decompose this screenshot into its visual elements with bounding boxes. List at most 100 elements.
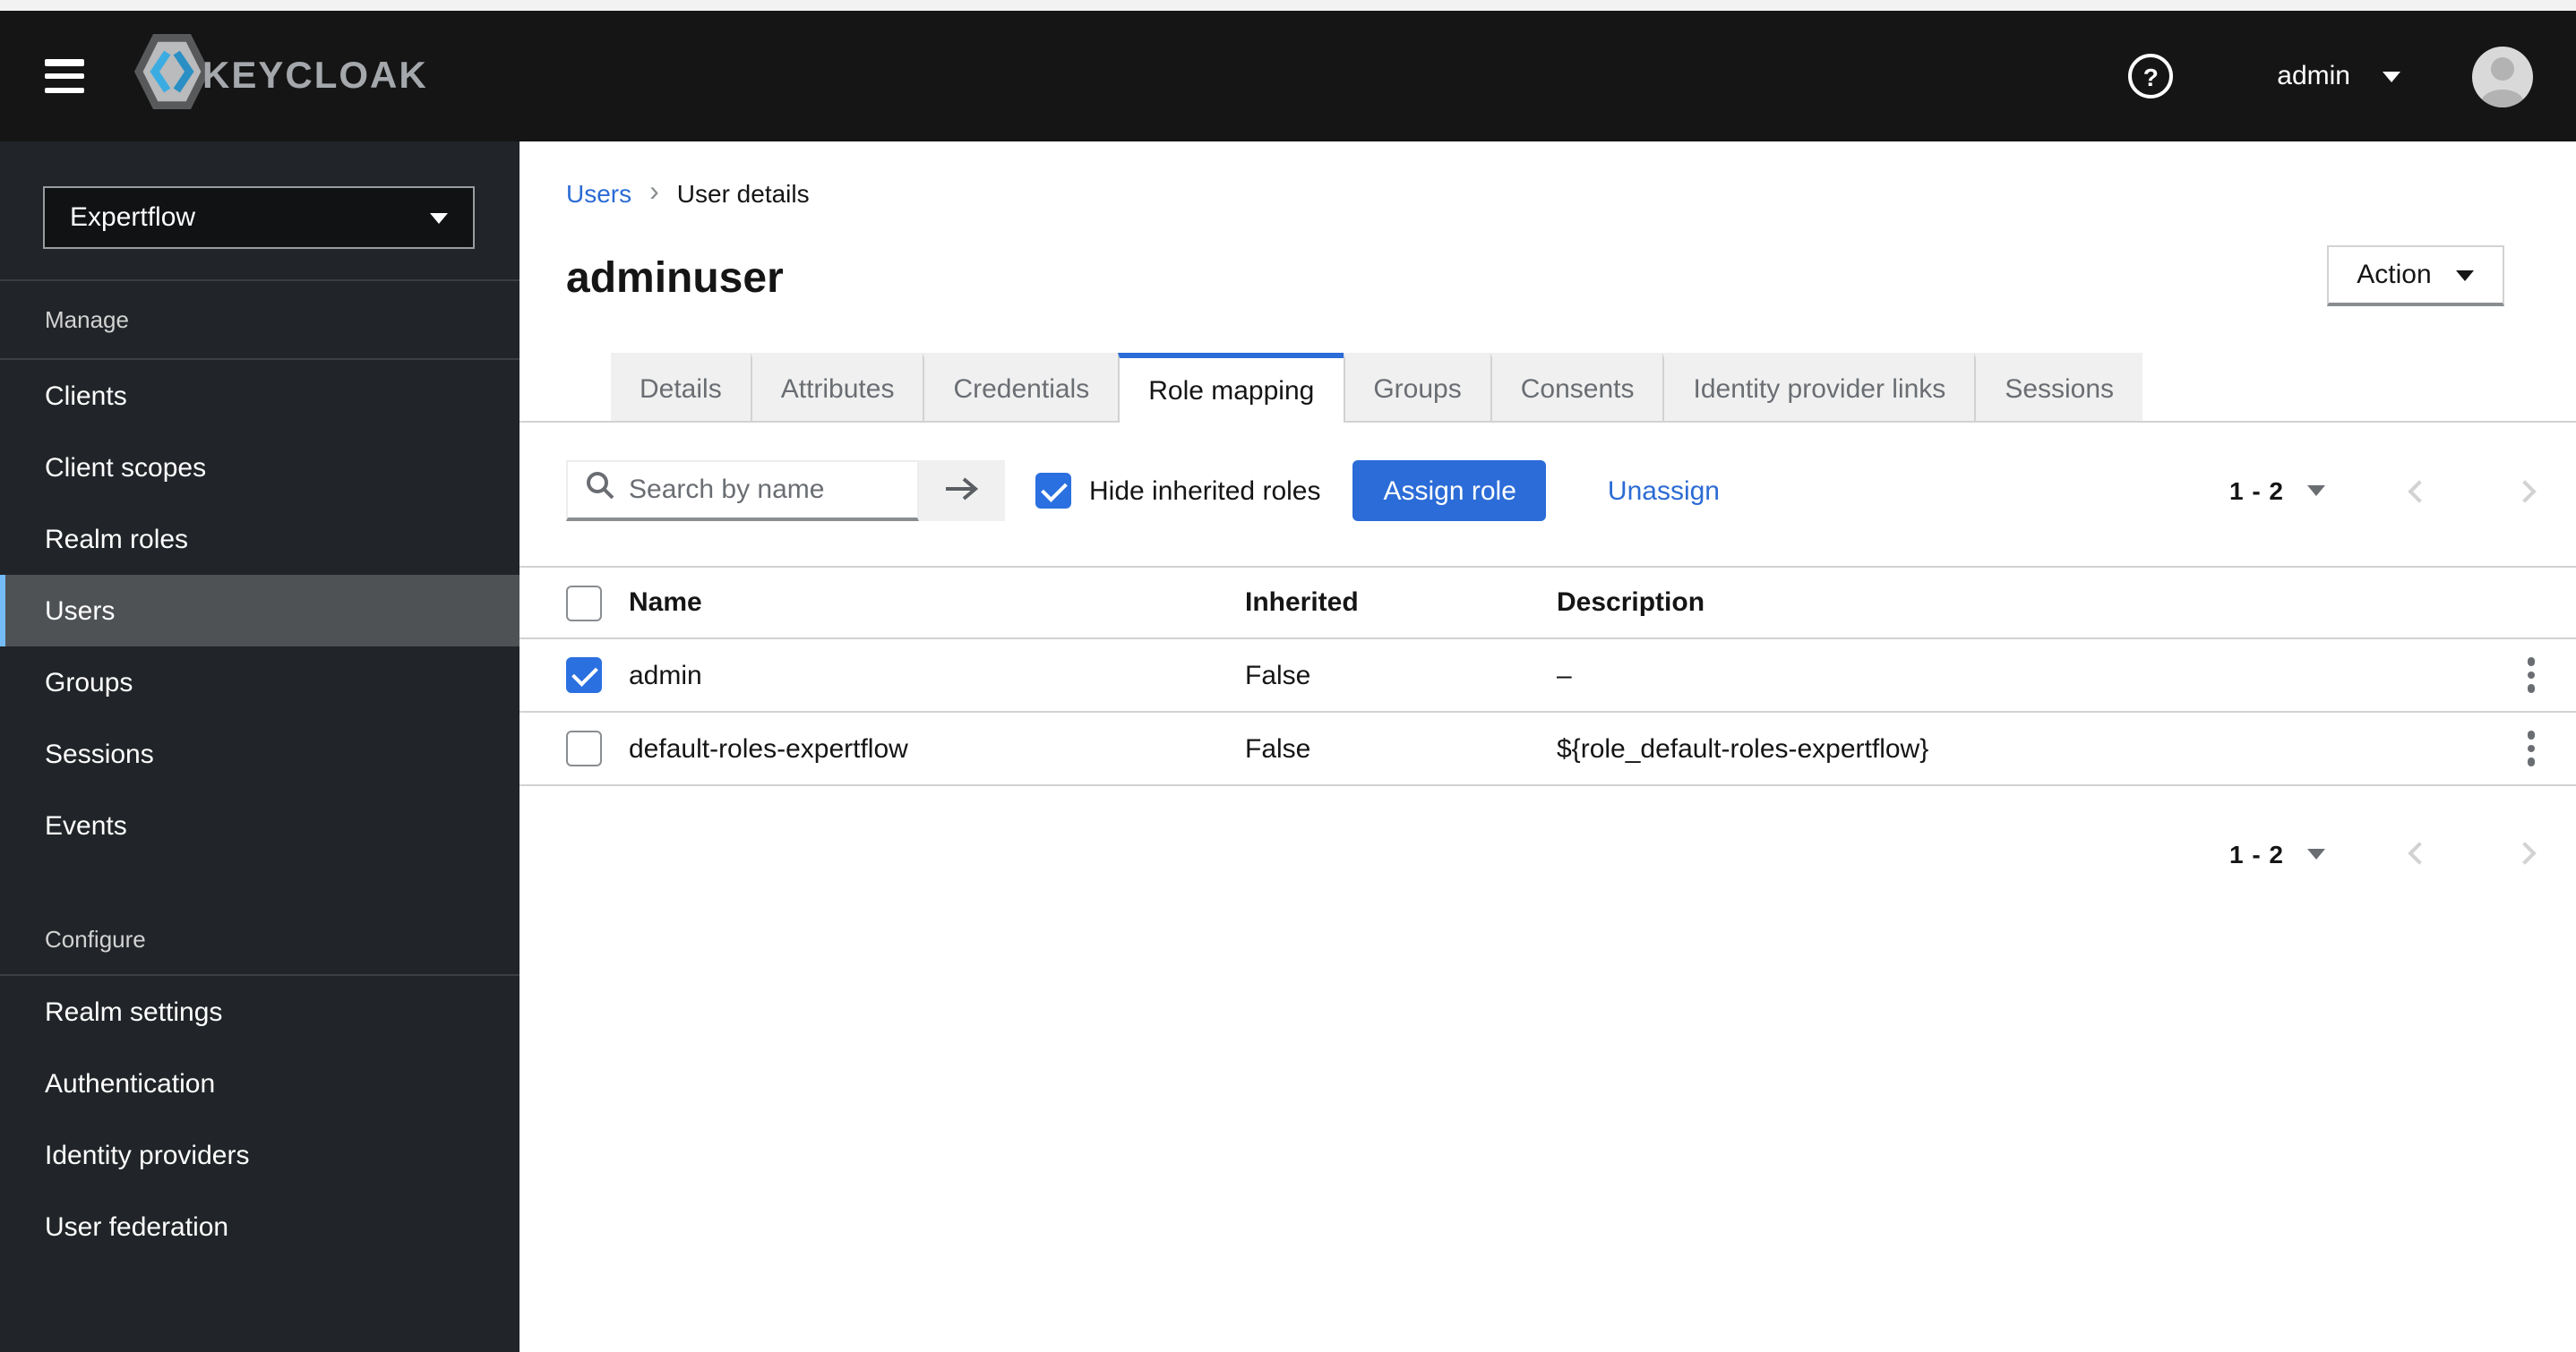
keycloak-logo: KEYCLOAK xyxy=(134,32,428,120)
pagination-next-button[interactable] xyxy=(2513,842,2537,865)
table-cell-kebab xyxy=(2486,651,2576,700)
row-checkbox[interactable] xyxy=(566,657,602,693)
avatar-body xyxy=(2481,89,2524,107)
breadcrumb: Users › User details xyxy=(566,177,810,208)
sidebar-item-authentication[interactable]: Authentication xyxy=(0,1048,519,1119)
hide-inherited-roles-control[interactable]: Hide inherited roles xyxy=(1035,473,1321,509)
sidebar-item-realm-roles[interactable]: Realm roles xyxy=(0,503,519,575)
pagination-range: 1 - 2 xyxy=(2228,476,2284,505)
hide-inherited-roles-label: Hide inherited roles xyxy=(1089,475,1321,506)
search-group xyxy=(566,460,1005,521)
help-icon[interactable]: ? xyxy=(2128,54,2174,98)
table-cell-checkbox xyxy=(566,731,629,766)
tab-identity-provider-links[interactable]: Identity provider links xyxy=(1662,353,1975,421)
action-dropdown-label: Action xyxy=(2357,260,2432,290)
pagination-prev-button[interactable] xyxy=(2408,842,2431,865)
sidebar-item-sessions[interactable]: Sessions xyxy=(0,718,519,790)
pagination-next-button[interactable] xyxy=(2513,479,2537,502)
nav-section-label-manage: Manage xyxy=(0,279,519,360)
role-name-cell: admin xyxy=(629,660,702,690)
role-description-cell: – xyxy=(1557,660,1572,690)
pagination-toggle[interactable]: 1 - 2 xyxy=(2229,476,2325,505)
pagination-range: 1 - 2 xyxy=(2228,839,2284,868)
pagination-prev-button[interactable] xyxy=(2408,479,2431,502)
sidebar-item-events[interactable]: Events xyxy=(0,790,519,861)
column-header-description: Description xyxy=(1557,587,1705,618)
role-inherited-cell: False xyxy=(1245,733,1311,764)
pagination-bottom: 1 - 2 xyxy=(2229,813,2537,894)
sidebar-nav: Manage Clients Client scopes Realm roles… xyxy=(0,279,519,1262)
user-menu[interactable]: admin xyxy=(2277,61,2400,91)
tab-consents[interactable]: Consents xyxy=(1490,353,1663,421)
action-dropdown-button[interactable]: Action xyxy=(2327,245,2504,306)
hamburger-menu-icon[interactable] xyxy=(45,59,84,93)
column-header-inherited: Inherited xyxy=(1245,587,1359,618)
keycloak-hexagon-icon xyxy=(134,32,210,120)
tab-credentials[interactable]: Credentials xyxy=(923,353,1119,421)
masthead-right: ? admin xyxy=(2128,46,2533,107)
realm-selector[interactable]: Expertflow xyxy=(43,186,475,249)
user-menu-label: admin xyxy=(2277,61,2350,91)
brand-text: KEYCLOAK xyxy=(202,55,428,96)
role-mapping-toolbar: Hide inherited roles Assign role Unassig… xyxy=(566,460,2576,521)
avatar-head xyxy=(2491,56,2514,80)
sidebar-item-clients[interactable]: Clients xyxy=(0,360,519,432)
window-top-strip xyxy=(0,0,2576,11)
pagination-toggle[interactable]: 1 - 2 xyxy=(2229,839,2325,868)
search-input[interactable] xyxy=(629,475,899,505)
sidebar-item-client-scopes[interactable]: Client scopes xyxy=(0,432,519,503)
chevron-down-icon xyxy=(2307,485,2325,496)
unassign-link[interactable]: Unassign xyxy=(1608,475,1720,506)
breadcrumb-users-link[interactable]: Users xyxy=(566,179,631,208)
sidebar: Expertflow Manage Clients Client scopes … xyxy=(0,141,519,1352)
tab-sessions[interactable]: Sessions xyxy=(1974,353,2143,421)
table-cell-checkbox xyxy=(566,585,629,620)
table-row: default-roles-expertflow False ${role_de… xyxy=(519,713,2576,786)
sidebar-item-identity-providers[interactable]: Identity providers xyxy=(0,1119,519,1191)
column-header-name: Name xyxy=(629,587,702,618)
table-cell-checkbox xyxy=(566,657,629,693)
role-mapping-table: Name Inherited Description admin False – xyxy=(519,566,2576,786)
sidebar-item-groups[interactable]: Groups xyxy=(0,646,519,718)
chevron-down-icon xyxy=(2383,71,2400,81)
pagination-top: 1 - 2 xyxy=(2229,460,2537,521)
main-content: Users › User details adminuser Action De… xyxy=(519,141,2576,1352)
table-cell-kebab xyxy=(2486,724,2576,774)
tab-bar: Details Attributes Credentials Role mapp… xyxy=(519,353,2576,423)
page-title: adminuser xyxy=(566,254,784,303)
sidebar-item-users[interactable]: Users xyxy=(0,575,519,646)
tab-groups[interactable]: Groups xyxy=(1343,353,1490,421)
row-checkbox[interactable] xyxy=(566,731,602,766)
role-inherited-cell: False xyxy=(1245,660,1311,690)
hide-inherited-roles-checkbox[interactable] xyxy=(1035,473,1071,509)
nav-section-label-configure: Configure xyxy=(0,904,519,976)
search-icon xyxy=(586,471,614,509)
role-description-cell: ${role_default-roles-expertflow} xyxy=(1557,733,1929,764)
assign-role-button[interactable]: Assign role xyxy=(1352,460,1547,521)
chevron-right-icon: › xyxy=(649,177,659,208)
tab-role-mapping[interactable]: Role mapping xyxy=(1118,353,1344,423)
keycloak-admin-console: KEYCLOAK ? admin Expertflow Manage Clien… xyxy=(0,0,2576,1352)
row-kebab-icon[interactable] xyxy=(2520,651,2543,700)
chevron-down-icon xyxy=(2307,848,2325,859)
tab-details[interactable]: Details xyxy=(611,353,751,421)
search-submit-button[interactable] xyxy=(919,460,1005,521)
chevron-down-icon xyxy=(430,212,448,223)
sidebar-item-realm-settings[interactable]: Realm settings xyxy=(0,976,519,1048)
nav-section-configure: Configure Realm settings Authentication … xyxy=(0,904,519,1262)
breadcrumb-current: User details xyxy=(676,179,810,208)
table-row: admin False – xyxy=(519,639,2576,713)
masthead: KEYCLOAK ? admin xyxy=(0,11,2576,141)
search-box xyxy=(566,460,919,521)
role-name-cell: default-roles-expertflow xyxy=(629,733,908,764)
row-kebab-icon[interactable] xyxy=(2520,724,2543,774)
arrow-right-icon xyxy=(944,475,980,506)
avatar[interactable] xyxy=(2472,46,2533,107)
sidebar-item-user-federation[interactable]: User federation xyxy=(0,1191,519,1262)
table-header-row: Name Inherited Description xyxy=(519,566,2576,639)
select-all-checkbox[interactable] xyxy=(566,585,602,620)
realm-selector-value: Expertflow xyxy=(70,202,196,233)
nav-section-manage: Manage Clients Client scopes Realm roles… xyxy=(0,279,519,861)
tab-attributes[interactable]: Attributes xyxy=(750,353,923,421)
chevron-down-icon xyxy=(2456,270,2475,280)
